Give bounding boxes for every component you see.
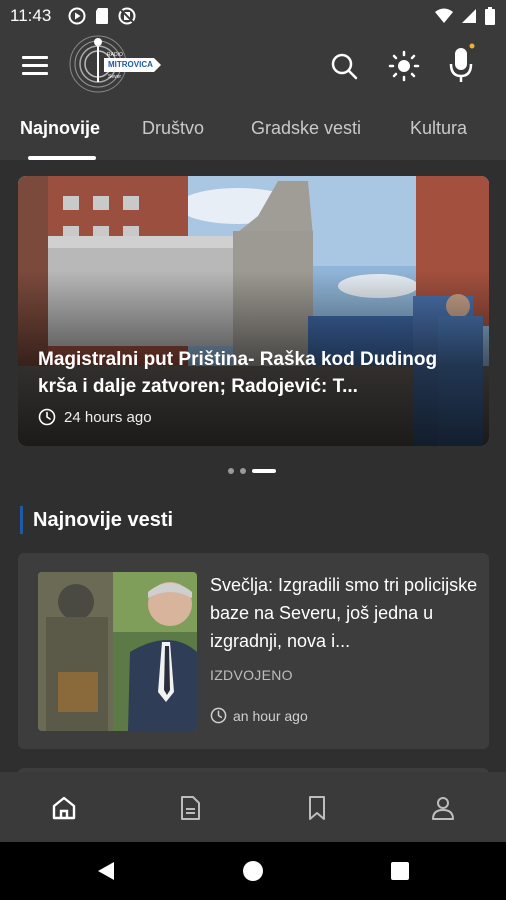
microphone-button[interactable]	[446, 42, 476, 86]
signal-icon	[462, 9, 476, 23]
app-logo[interactable]: RADIO MITROVICA Sever	[68, 32, 164, 96]
status-bar: 11:43	[0, 0, 506, 32]
system-recents-button[interactable]	[388, 859, 412, 883]
featured-article-time: 24 hours ago	[38, 408, 152, 426]
back-icon	[98, 862, 114, 880]
bottom-navigation	[0, 772, 506, 842]
bookmark-icon	[309, 796, 325, 820]
article-category[interactable]: IZDVOJENO	[210, 667, 293, 683]
nav-home[interactable]	[50, 794, 78, 822]
featured-article-title[interactable]: Magistralni put Priština- Raška kod Dudi…	[38, 346, 478, 400]
tab-kultura[interactable]: Kultura	[410, 118, 467, 139]
clock-icon	[38, 408, 56, 426]
article-time-text: an hour ago	[233, 707, 308, 724]
profile-icon	[432, 797, 454, 820]
carousel-dot[interactable]	[240, 468, 246, 474]
section-title: Najnovije vesti	[20, 506, 173, 534]
tab-najnovije[interactable]: Najnovije	[20, 118, 100, 139]
no-sim-icon	[118, 7, 136, 25]
category-tabs: Najnovije Društvo Gradske vesti Kultura	[0, 112, 506, 160]
theme-toggle-button[interactable]	[388, 50, 420, 82]
microphone-icon	[449, 43, 475, 82]
carousel-dot[interactable]	[228, 468, 234, 474]
brightness-icon	[388, 50, 420, 82]
home-circle-icon	[243, 861, 263, 881]
svg-text:RADIO: RADIO	[107, 52, 123, 58]
wifi-icon	[435, 8, 453, 23]
recents-icon	[391, 862, 409, 880]
carousel-dot-active[interactable]	[252, 469, 276, 473]
svg-text:Sever: Sever	[108, 74, 121, 80]
nav-profile[interactable]	[429, 794, 457, 822]
article-time: an hour ago	[210, 707, 308, 724]
featured-article-time-text: 24 hours ago	[64, 408, 152, 426]
menu-icon	[22, 56, 48, 75]
home-icon	[52, 796, 76, 820]
carousel-indicator	[228, 468, 276, 474]
sd-card-icon	[96, 8, 108, 24]
nav-articles[interactable]	[176, 794, 204, 822]
clock-icon	[210, 707, 227, 724]
system-navigation-bar	[0, 842, 506, 900]
nav-bookmarks[interactable]	[303, 794, 331, 822]
article-thumbnail	[38, 572, 197, 731]
tab-drustvo[interactable]: Društvo	[142, 118, 204, 139]
app-bar: RADIO MITROVICA Sever Najnovije Društvo …	[0, 32, 506, 160]
system-back-button[interactable]	[94, 859, 118, 883]
search-button[interactable]	[328, 50, 360, 82]
document-icon	[181, 796, 200, 820]
menu-button[interactable]	[20, 52, 50, 78]
article-card[interactable]: Svečlja: Izgradili smo tri policijske ba…	[18, 553, 489, 749]
article-title[interactable]: Svečlja: Izgradili smo tri policijske ba…	[210, 571, 478, 655]
svg-text:MITROVICA: MITROVICA	[108, 60, 153, 69]
status-time: 11:43	[10, 6, 52, 25]
system-home-button[interactable]	[241, 859, 265, 883]
search-icon	[331, 53, 358, 80]
play-circle-icon	[68, 7, 86, 25]
tab-indicator	[28, 156, 96, 160]
featured-article-card[interactable]: Magistralni put Priština- Raška kod Dudi…	[18, 176, 489, 446]
battery-icon	[485, 7, 495, 25]
tab-gradske-vesti[interactable]: Gradske vesti	[251, 118, 361, 139]
